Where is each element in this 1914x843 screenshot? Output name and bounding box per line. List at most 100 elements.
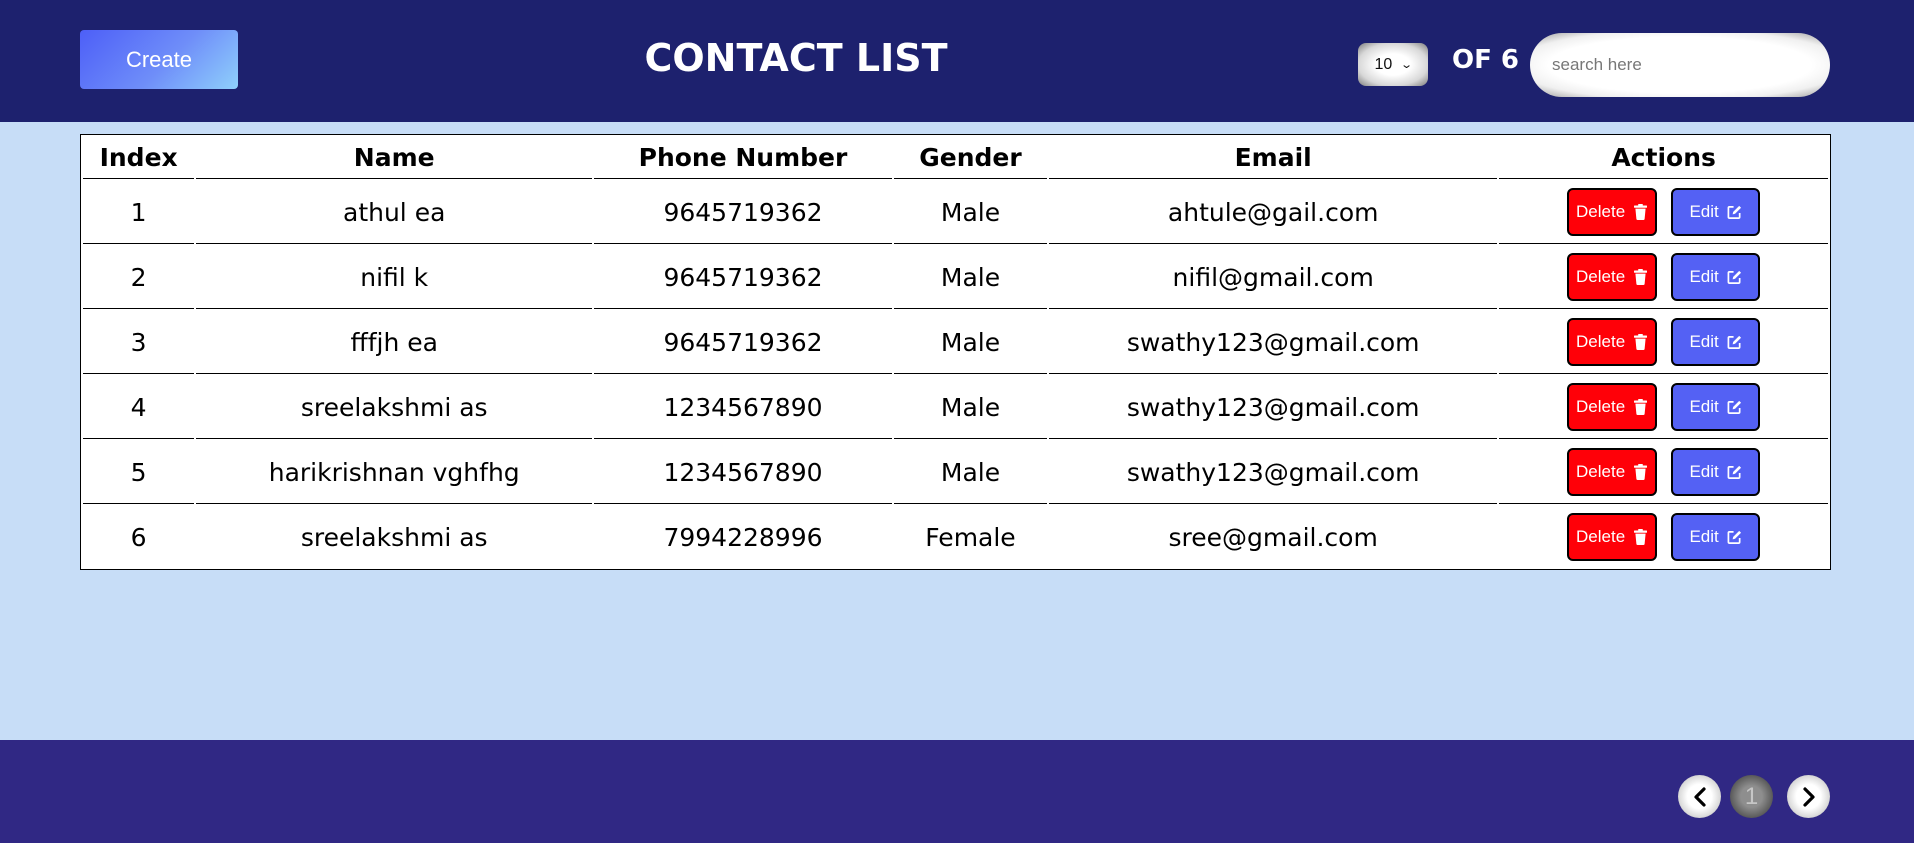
column-header-actions: Actions [1499, 137, 1828, 179]
total-count-label: OF 6 [1452, 45, 1520, 75]
contacts-table-body: 1 athul ea 9645719362 Male ahtule@gail.com De… [83, 181, 1828, 568]
cell-index: 2 [83, 246, 195, 309]
edit-button-label: Edit [1689, 332, 1719, 351]
cell-email: swathy123@gmail.com [1049, 441, 1498, 504]
cell-gender: Male [893, 441, 1048, 504]
cell-gender: Male [893, 376, 1048, 439]
cell-actions: Delete Edit [1499, 506, 1828, 568]
cell-phone: 9645719362 [594, 246, 892, 309]
delete-button-label: Delete [1576, 267, 1626, 286]
edit-button[interactable]: Edit [1671, 253, 1761, 301]
trash-icon [1634, 529, 1648, 545]
delete-button[interactable]: Delete [1567, 188, 1658, 236]
edit-button[interactable]: Edit [1671, 188, 1761, 236]
cell-name: fffjh ea [196, 311, 593, 374]
cell-phone: 1234567890 [594, 376, 892, 439]
table-row: 6 sreelakshmi as 7994228996 Female sree@gmai… [83, 506, 1828, 568]
table-row: 5 harikrishnan vghfhg 1234567890 Male swathy… [83, 441, 1828, 504]
footer-bar: 1 [0, 740, 1914, 843]
current-page-button[interactable]: 1 [1730, 775, 1773, 818]
trash-icon [1634, 269, 1648, 285]
delete-button[interactable]: Delete [1567, 383, 1658, 431]
column-header-gender: Gender [893, 137, 1048, 179]
row-actions: Delete Edit [1499, 246, 1828, 308]
edit-icon [1727, 335, 1741, 349]
cell-gender: Male [893, 246, 1048, 309]
chevron-left-icon [1693, 786, 1706, 807]
search-input[interactable] [1530, 33, 1830, 97]
trash-icon [1634, 334, 1648, 350]
edit-button[interactable]: Edit [1671, 513, 1761, 561]
edit-icon [1727, 205, 1741, 219]
cell-email: ahtule@gail.com [1049, 181, 1498, 244]
delete-button-label: Delete [1576, 527, 1626, 546]
edit-button-label: Edit [1689, 527, 1719, 546]
edit-button[interactable]: Edit [1671, 383, 1761, 431]
delete-button[interactable]: Delete [1567, 318, 1658, 366]
row-actions: Delete Edit [1499, 311, 1828, 373]
delete-button[interactable]: Delete [1567, 448, 1658, 496]
column-header-phone: Phone Number [594, 137, 892, 179]
trash-icon [1634, 204, 1648, 220]
page-size-select[interactable]: 10 ⌄ [1358, 43, 1428, 86]
cell-actions: Delete Edit [1499, 246, 1828, 309]
chevron-down-icon: ⌄ [1400, 59, 1414, 71]
cell-phone: 9645719362 [594, 311, 892, 374]
chevron-right-icon [1802, 786, 1815, 807]
contacts-table-container: Index Name Phone Number Gender Email Act… [80, 134, 1831, 570]
cell-name: nifil k [196, 246, 593, 309]
delete-button-label: Delete [1576, 332, 1626, 351]
row-actions: Delete Edit [1499, 376, 1828, 438]
cell-actions: Delete Edit [1499, 376, 1828, 439]
page-title: CONTACT LIST [644, 36, 948, 80]
cell-phone: 9645719362 [594, 181, 892, 244]
cell-index: 6 [130, 522, 147, 552]
cell-actions: Delete Edit [1499, 441, 1828, 504]
cell-index: 5 [83, 441, 195, 504]
edit-icon [1727, 270, 1741, 284]
cell-actions: Delete Edit [1499, 311, 1828, 374]
previous-page-button[interactable] [1678, 775, 1721, 818]
cell-email: nifil@gmail.com [1049, 246, 1498, 309]
contacts-table: Index Name Phone Number Gender Email Act… [81, 135, 1830, 570]
trash-icon [1634, 399, 1648, 415]
cell-email: swathy123@gmail.com [1049, 376, 1498, 439]
cell-index: 4 [83, 376, 195, 439]
create-button[interactable]: Create [80, 30, 238, 89]
edit-button-label: Edit [1689, 267, 1719, 286]
column-header-name: Name [196, 137, 593, 179]
cell-name: sreelakshmi as [196, 376, 593, 439]
edit-icon [1727, 465, 1741, 479]
row-actions: Delete Edit [1499, 181, 1828, 243]
header-bar: Create CONTACT LIST 10 ⌄ OF 6 [0, 0, 1914, 122]
delete-button[interactable]: Delete [1567, 253, 1658, 301]
cell-actions: Delete Edit [1499, 181, 1828, 244]
page-size-value: 10 [1374, 55, 1393, 73]
delete-button-label: Delete [1576, 462, 1626, 481]
contact-list-page: Create CONTACT LIST 10 ⌄ OF 6 Index Name [0, 0, 1914, 843]
cell-gender: Female [925, 522, 1016, 552]
table-header-row: Index Name Phone Number Gender Email Act… [83, 137, 1828, 179]
cell-gender: Male [893, 181, 1048, 244]
table-row: 4 sreelakshmi as 1234567890 Male swathy123@g… [83, 376, 1828, 439]
column-header-index: Index [83, 137, 195, 179]
cell-name: sreelakshmi as [300, 522, 488, 552]
edit-button-label: Edit [1689, 462, 1719, 481]
table-row: 1 athul ea 9645719362 Male ahtule@gail.com De… [83, 181, 1828, 244]
next-page-button[interactable] [1787, 775, 1830, 818]
edit-icon [1727, 530, 1741, 544]
column-header-email: Email [1049, 137, 1498, 179]
cell-gender: Male [893, 311, 1048, 374]
edit-button-label: Edit [1689, 202, 1719, 221]
row-actions: Delete Edit [1499, 441, 1828, 503]
delete-button[interactable]: Delete [1567, 513, 1658, 561]
edit-button[interactable]: Edit [1671, 318, 1761, 366]
row-actions: Delete Edit [1499, 506, 1828, 568]
edit-button[interactable]: Edit [1671, 448, 1761, 496]
cell-phone: 1234567890 [594, 441, 892, 504]
cell-index: 1 [83, 181, 195, 244]
delete-button-label: Delete [1576, 202, 1626, 221]
cell-index: 3 [83, 311, 195, 374]
cell-phone: 7994228996 [663, 522, 823, 552]
table-row: 3 fffjh ea 9645719362 Male swathy123@gmail.c… [83, 311, 1828, 374]
